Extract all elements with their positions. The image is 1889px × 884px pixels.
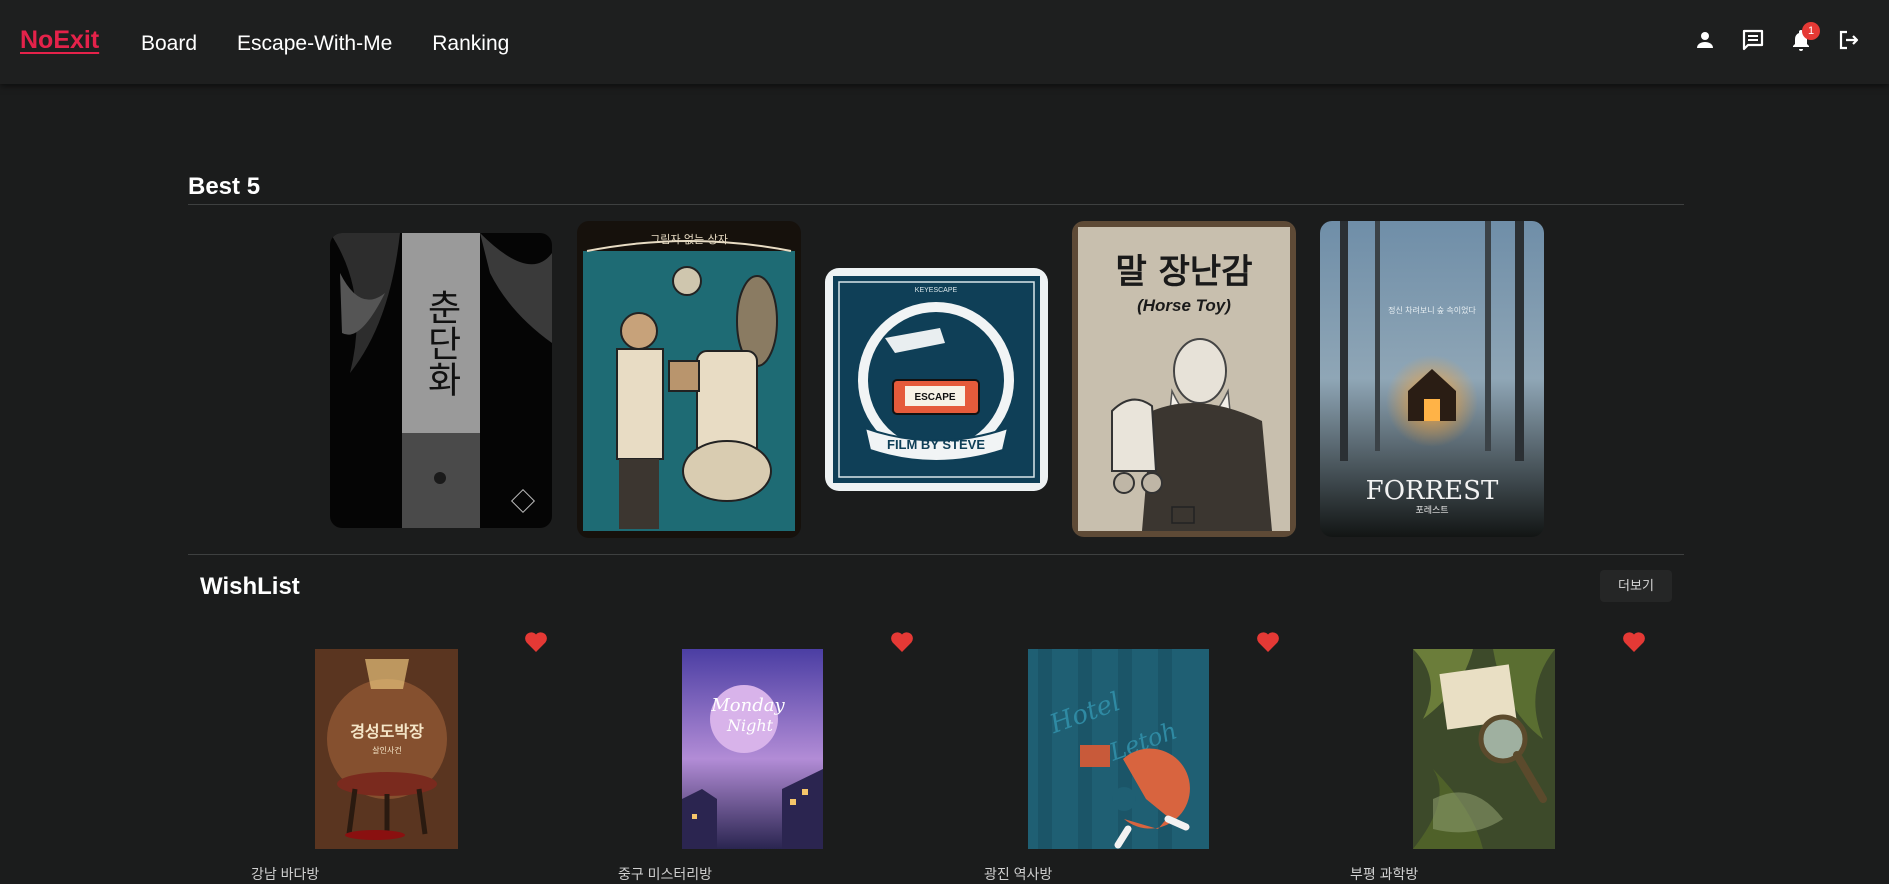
poster-5-subtitle: 포레스트 [1415,505,1448,515]
best-poster-2[interactable]: 그림자 없는 상자 [577,221,801,538]
wishlist-poster-2-subtitle: Night [726,716,774,735]
best-poster-5[interactable]: 정신 차려보니 숲 속이었다 FORREST 포레스트 [1320,221,1544,537]
wishlist-poster-2[interactable]: Monday Night [682,649,823,849]
wishlist-heart-icon-3[interactable] [1256,631,1280,653]
wishlist-label-4: 부평 과학방 [1350,866,1419,882]
wishlist-label-2: 중구 미스터리방 [618,866,713,882]
wishlist-label-1: 강남 바다방 [251,866,320,882]
poster-3-brand: KEYESCAPE [915,287,958,294]
bell-icon[interactable]: 1 [1789,22,1820,52]
user-icon[interactable] [1693,28,1717,52]
best-poster-1[interactable]: 춘단화 [330,233,552,528]
poster-3-tape-label: ESCAPE [914,392,955,403]
nav-link-escape-with-me[interactable]: Escape-With-Me [237,32,392,56]
poster-4-title: 말 장난감 [1116,252,1253,292]
wishlist-card-3[interactable]: Hotel Letoh 광진 역사방 [934,628,1279,882]
wishlist-divider [188,554,1684,555]
wishlist-poster-2-title: Monday [710,695,785,716]
top-navbar: NoExit Board Escape-With-Me Ranking 1 [0,0,1889,84]
chat-icon[interactable] [1741,28,1765,52]
nav-link-ranking[interactable]: Ranking [432,32,509,56]
best-poster-4[interactable]: 말 장난감 (Horse Toy) [1072,221,1296,537]
poster-4-subtitle: (Horse Toy) [1137,296,1231,315]
best5-section-title: Best 5 [188,173,261,200]
poster-5-title: FORREST [1366,476,1499,506]
logout-icon[interactable] [1837,28,1861,52]
wishlist-heart-icon-4[interactable] [1622,631,1646,653]
wishlist-poster-1-title: 경성도박장 [350,722,424,741]
wishlist-card-2[interactable]: Monday Night 중구 미스터리방 [568,628,913,882]
wishlist-poster-1[interactable]: 경성도박장 살인사건 [315,649,458,849]
nav-link-board[interactable]: Board [141,32,197,56]
wishlist-card-4[interactable]: 부평 과학방 [1300,628,1645,882]
best5-divider [188,204,1684,205]
wishlist-poster-1-subtitle: 살인사건 [372,745,401,755]
wishlist-card-1[interactable]: 경성도박장 살인사건 강남 바다방 [202,628,547,882]
nav-icon-group: 1 [1693,22,1861,52]
wishlist-section-title: WishList [200,573,300,600]
wishlist-poster-3[interactable]: Hotel Letoh [1028,649,1209,849]
wishlist-heart-icon-1[interactable] [524,631,548,653]
nav-links: Board Escape-With-Me Ranking [141,32,509,56]
notification-badge: 1 [1802,22,1820,40]
wishlist-label-3: 광진 역사방 [984,866,1053,882]
brand-logo-link[interactable]: NoExit [20,26,99,55]
poster-2-title: 그림자 없는 상자 [650,233,728,246]
wishlist-poster-4[interactable] [1413,649,1555,849]
wishlist-heart-icon-2[interactable] [890,631,914,653]
poster-1-title: 춘단화 [421,289,462,397]
svg-text:정신 차려보니 숲 속이었다: 정신 차려보니 숲 속이었다 [1388,305,1476,315]
best5-carousel: 춘단화 그림자 없는 상자 KEYESCAPE ESCAPE FILM BY S… [330,220,1546,540]
poster-3-title: FILM BY STEVE [887,437,985,452]
best-poster-3[interactable]: KEYESCAPE ESCAPE FILM BY STEVE [825,268,1048,491]
more-button[interactable]: 더보기 [1600,570,1672,602]
